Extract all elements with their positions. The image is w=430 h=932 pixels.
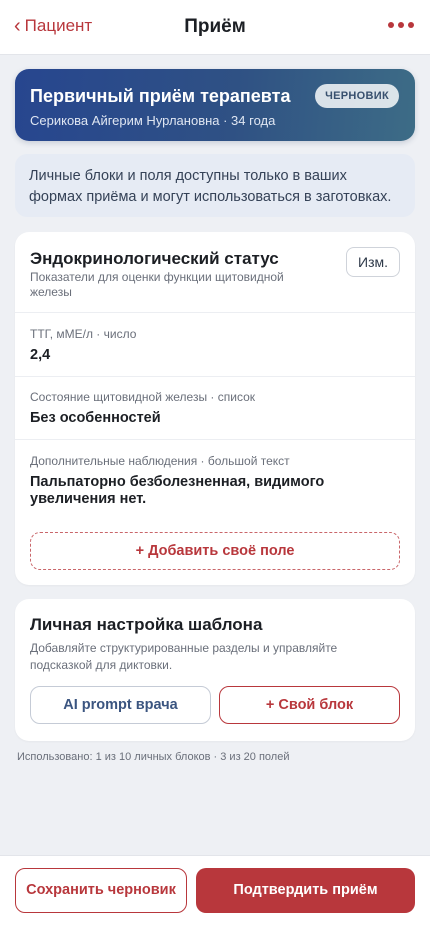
bottom-action-bar: Сохранить черновик Подтвердить приём <box>0 855 430 932</box>
divider <box>15 312 415 313</box>
info-note: Личные блоки и поля доступны только в ва… <box>15 154 415 217</box>
top-navigation-bar: ‹ Пациент Приём <box>0 0 430 55</box>
divider <box>15 439 415 440</box>
ai-prompt-button[interactable]: AI prompt врача <box>30 686 211 724</box>
back-button-label: Пациент <box>24 16 93 35</box>
section-title: Эндокринологический статус <box>30 249 279 268</box>
endocrine-status-card: Эндокринологический статус Показатели дл… <box>15 232 415 585</box>
status-badge: ЧЕРНОВИК <box>315 84 399 108</box>
more-horizontal-icon <box>388 22 394 28</box>
field-label-observations: Дополнительные наблюдения · большой текс… <box>30 454 290 468</box>
add-custom-field-button[interactable]: + Добавить своё поле <box>30 532 400 570</box>
save-draft-button[interactable]: Сохранить черновик <box>15 868 187 913</box>
field-label-thyroid-state: Состояние щитовидной железы · список <box>30 390 256 404</box>
edit-section-button[interactable]: Изм. <box>346 247 400 277</box>
add-own-block-button[interactable]: + Свой блок <box>219 686 400 724</box>
confirm-appointment-button[interactable]: Подтвердить приём <box>196 868 415 913</box>
more-options-button[interactable] <box>386 18 416 32</box>
chevron-left-icon: ‹ <box>14 15 21 37</box>
field-value-thyroid-state[interactable]: Без особенностей <box>30 410 161 427</box>
usage-counter: Использовано: 1 из 10 личных блоков · 3 … <box>17 751 290 763</box>
patient-info: Серикова Айгерим Нурлановна · 34 года <box>30 113 276 128</box>
back-button[interactable]: ‹ Пациент <box>14 16 92 36</box>
appointment-header-card: Первичный приём терапевта Серикова Айгер… <box>15 69 415 141</box>
appointment-screen: ‹ Пациент Приём Первичный приём терапевт… <box>0 0 430 932</box>
section-description: Показатели для оценки функции щитовидной… <box>30 270 284 299</box>
field-value-observations[interactable]: Пальпаторно безболезненная, видимого уве… <box>30 474 340 508</box>
field-value-tsh[interactable]: 2,4 <box>30 347 50 364</box>
field-label-tsh: ТТГ, мМЕ/л · число <box>30 327 137 341</box>
template-settings-card: Личная настройка шаблона Добавляйте стру… <box>15 599 415 741</box>
template-settings-title: Личная настройка шаблона <box>30 615 263 634</box>
divider <box>15 376 415 377</box>
template-settings-description: Добавляйте структурированные разделы и у… <box>30 641 338 672</box>
appointment-type-title: Первичный приём терапевта <box>30 86 291 106</box>
